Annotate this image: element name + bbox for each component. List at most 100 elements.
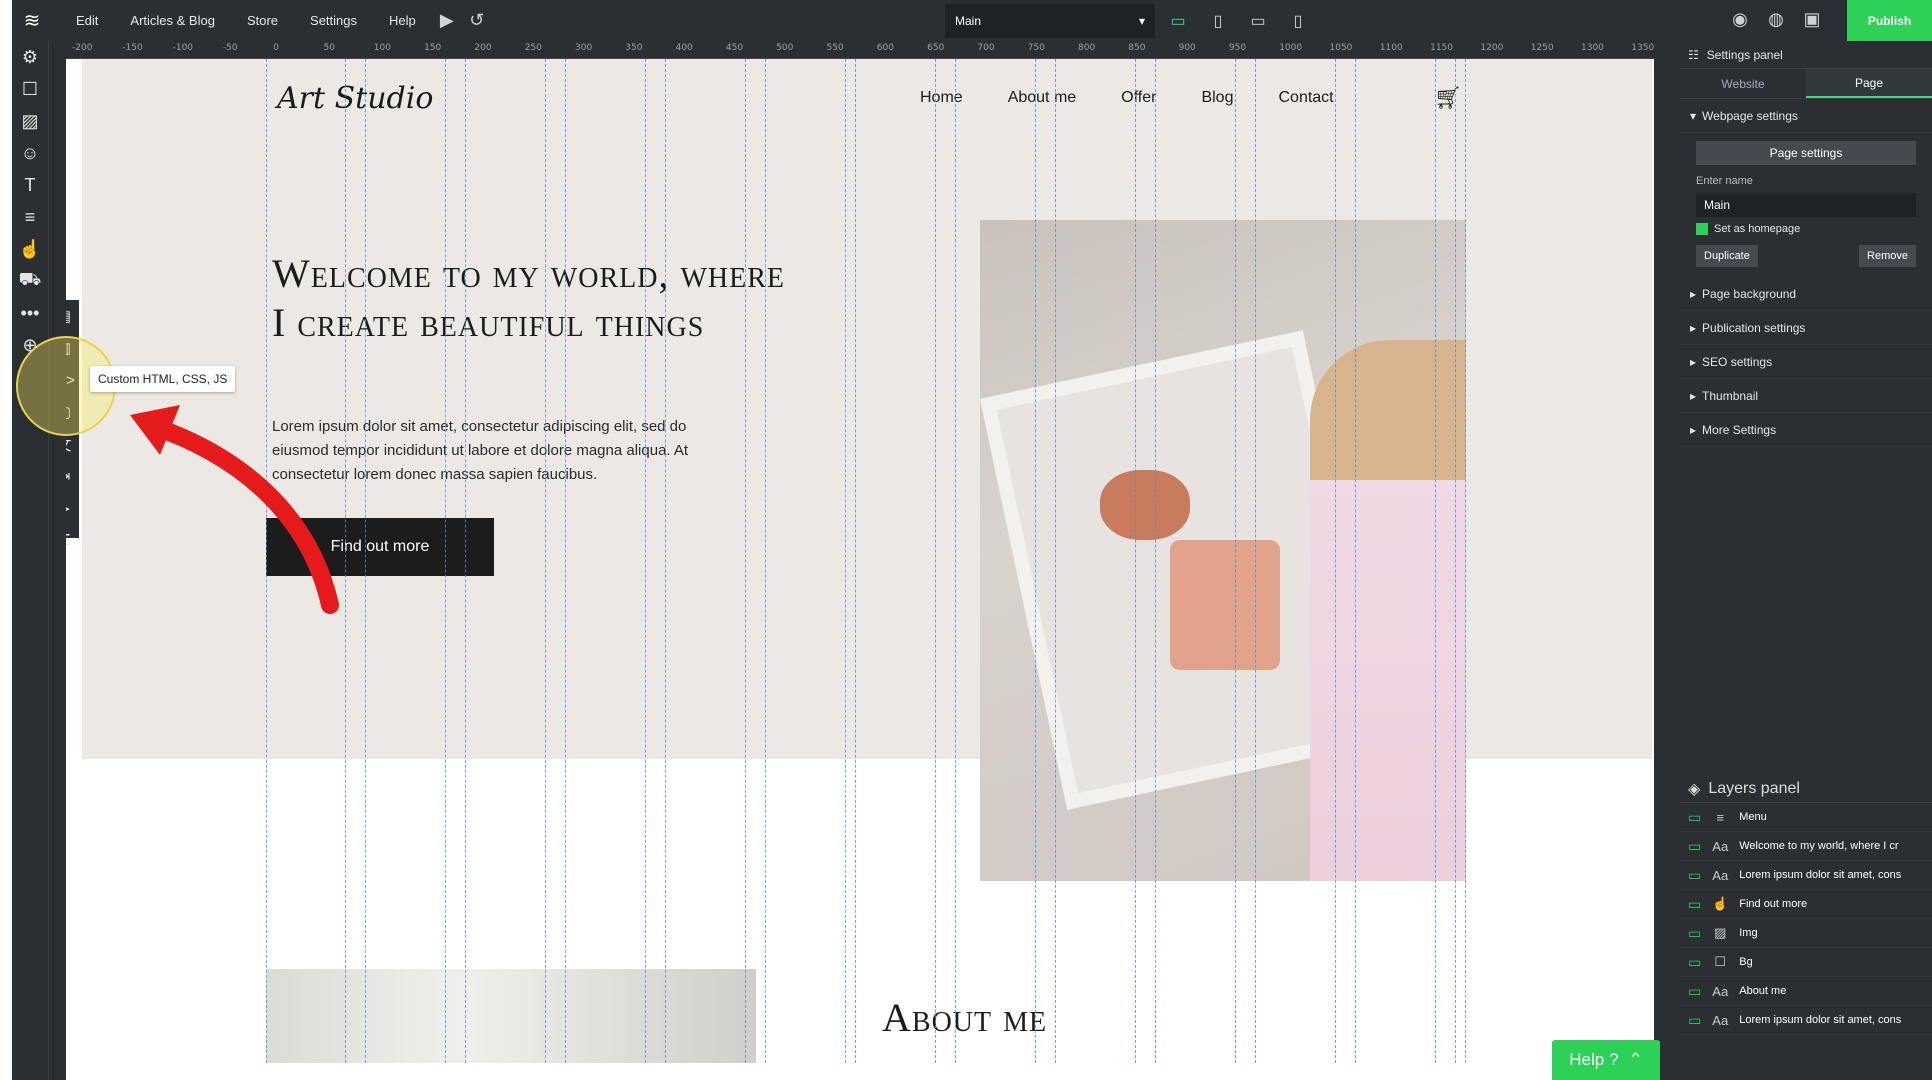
monitor-icon[interactable]: ▭ [1688, 896, 1701, 913]
layers-panel-header[interactable]: ◈ Layers panel [1680, 775, 1932, 803]
layers-panel: ◈ Layers panel ▭ ≡ Menu ▭ Aa Welcome to my w… [1680, 775, 1932, 1080]
grid-guide [565, 59, 566, 1063]
webpage-settings-header[interactable]: ▾ Webpage settings [1680, 99, 1932, 133]
cart-icon[interactable]: 🛒︎ [1434, 85, 1462, 111]
help-button[interactable]: Help ? ⌃ [1552, 1040, 1660, 1080]
gear-icon[interactable]: ⚙ [12, 41, 48, 73]
caret-right-icon: ▸ [1690, 286, 1697, 301]
grid-guide [645, 59, 646, 1063]
menu-articles-blog[interactable]: Articles & Blog [114, 13, 231, 28]
image-icon: ▨ [1714, 925, 1727, 940]
monitor-icon[interactable]: ▭ [1688, 983, 1701, 1000]
section-thumbnail[interactable]: ▸ Thumbnail [1680, 379, 1932, 413]
ruler-tick: 0 [273, 43, 279, 53]
nav-home[interactable]: Home [920, 89, 963, 107]
chevron-up-icon: ⌃ [1628, 1050, 1643, 1069]
name-label: Enter name [1696, 175, 1753, 187]
grid-guide [1335, 59, 1336, 1063]
site-logo[interactable]: Art Studio [277, 81, 433, 116]
caret-right-icon: ▸ [1690, 422, 1697, 437]
help-label: Help ? [1569, 1050, 1619, 1069]
about-title[interactable]: About me [882, 994, 1047, 1041]
page-select[interactable]: Main ▾ [945, 4, 1155, 38]
layer-item[interactable]: ▭ Aa About me [1680, 977, 1932, 1006]
menu-help[interactable]: Help [373, 13, 432, 28]
canvas-scrollbar[interactable] [1654, 41, 1680, 1080]
nav-blog[interactable]: Blog [1201, 89, 1233, 107]
settings-panel-header[interactable]: ☷ Settings panel [1680, 41, 1932, 69]
monitor-icon[interactable]: ▭ [1688, 925, 1701, 942]
layer-item[interactable]: ▭ ☝ Find out more [1680, 890, 1932, 919]
monitor-icon[interactable]: ▭ [1688, 954, 1701, 971]
menu-settings[interactable]: Settings [294, 13, 373, 28]
history-icon[interactable]: ↺ [462, 6, 492, 36]
menu-store[interactable]: Store [231, 13, 294, 28]
menu-edit[interactable]: Edit [60, 13, 114, 28]
nav-contact[interactable]: Contact [1278, 89, 1333, 107]
box-icon[interactable]: ☐ [12, 73, 48, 105]
caret-right-icon: ▸ [1690, 388, 1697, 403]
caret-right-icon: ▸ [1690, 354, 1697, 369]
nav-offer[interactable]: Offer [1121, 89, 1156, 107]
layer-item[interactable]: ▭ Aa Welcome to my world, where I cr [1680, 832, 1932, 861]
left-toolbar: ⚙ ☐ ▨ ☺ T ≡ ☝ ⛟ ••• ⊕ [12, 41, 48, 1080]
text-icon[interactable]: T [12, 169, 48, 201]
eye-icon[interactable]: ◉ [1725, 4, 1755, 34]
monitor-icon[interactable]: ▭ [1688, 838, 1701, 855]
publish-button[interactable]: Publish [1847, 0, 1932, 41]
tablet-landscape-icon[interactable]: ▭ [1242, 4, 1274, 38]
section-more-settings[interactable]: ▸ More Settings [1680, 413, 1932, 447]
hand-pointer-icon[interactable]: ☝ [12, 233, 48, 265]
monitor-icon[interactable]: ▭ [1688, 867, 1701, 884]
more-dots-icon[interactable]: ••• [12, 297, 48, 329]
image-icon[interactable]: ▨ [12, 105, 48, 137]
ruler-tick: 1300 [1581, 43, 1604, 53]
page-name-input[interactable]: Main [1696, 193, 1916, 217]
about-image[interactable] [266, 969, 756, 1063]
layer-item[interactable]: ▭ ☐ Bg [1680, 948, 1932, 977]
save-icon[interactable]: ▣ [1797, 4, 1827, 34]
app-logo-icon[interactable]: ≋ [12, 0, 52, 41]
device-switcher: ▭ ▯ ▭ ▯ [1162, 4, 1314, 38]
section-seo[interactable]: ▸ SEO settings [1680, 345, 1932, 379]
smiley-icon[interactable]: ☺ [12, 137, 48, 169]
cart-icon[interactable]: ⛟ [12, 265, 48, 297]
nav-about[interactable]: About me [1008, 89, 1076, 107]
ruler-tick: 1350 [1631, 43, 1655, 53]
chevron-down-icon: ▾ [1138, 14, 1145, 28]
ruler-tick: 1000 [1279, 43, 1303, 53]
layer-item[interactable]: ▭ ≡ Menu [1680, 803, 1932, 832]
grid-guide [1155, 59, 1156, 1063]
top-toolbar: ≋ Edit Articles & Blog Store Settings He… [12, 0, 1932, 41]
page-settings-button[interactable]: Page settings [1696, 141, 1916, 165]
tablet-icon[interactable]: ▯ [1202, 4, 1234, 38]
vertical-ruler [48, 41, 66, 1080]
duplicate-button[interactable]: Duplicate [1696, 245, 1758, 267]
preview-play-icon[interactable]: ▶ [432, 6, 462, 36]
ruler-tick: 100 [373, 43, 391, 53]
grid-guide [935, 59, 936, 1063]
layer-item[interactable]: ▭ Aa Lorem ipsum dolor sit amet, cons [1680, 861, 1932, 890]
section-publication[interactable]: ▸ Publication settings [1680, 311, 1932, 345]
section-page-background[interactable]: ▸ Page background [1680, 277, 1932, 311]
monitor-icon[interactable]: ▭ [1688, 809, 1701, 826]
tab-page[interactable]: Page [1806, 69, 1932, 98]
hero-image[interactable] [980, 220, 1466, 881]
layer-label: Bg [1739, 956, 1753, 968]
layer-item[interactable]: ▭ ▨ Img [1680, 919, 1932, 948]
homepage-checkbox[interactable]: Set as homepage [1696, 223, 1916, 235]
ruler-tick: 600 [876, 43, 894, 53]
section-label: Page background [1702, 286, 1797, 301]
hero-headline[interactable]: Welcome to my world, where I create beau… [272, 249, 792, 347]
tab-website[interactable]: Website [1680, 69, 1806, 98]
layers-icon: ◈ [1688, 780, 1701, 798]
layer-item[interactable]: ▭ Aa Lorem ipsum dolor sit amet, cons [1680, 1006, 1932, 1035]
layer-label: About me [1739, 985, 1787, 997]
globe-icon[interactable]: ◍ [1761, 4, 1791, 34]
menu-lines-icon[interactable]: ≡ [12, 201, 48, 233]
desktop-icon[interactable]: ▭ [1162, 4, 1194, 38]
monitor-icon[interactable]: ▭ [1688, 1012, 1701, 1029]
grid-guide [465, 59, 466, 1063]
remove-button[interactable]: Remove [1859, 245, 1916, 267]
mobile-icon[interactable]: ▯ [1282, 4, 1314, 38]
